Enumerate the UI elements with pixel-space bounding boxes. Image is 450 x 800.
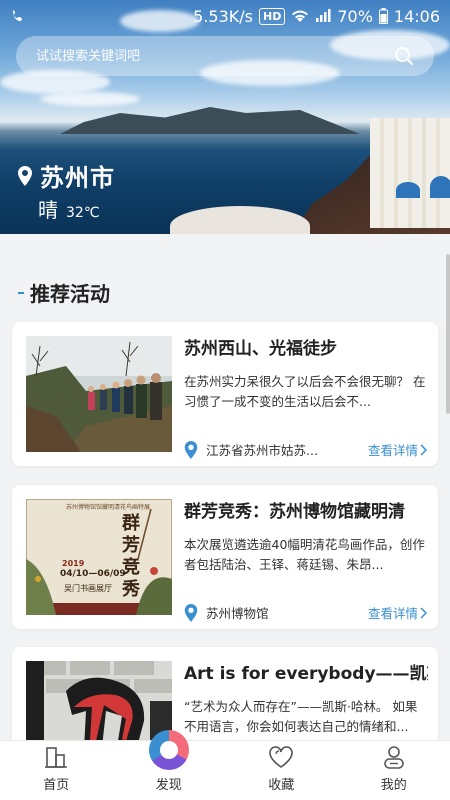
section-title: 推荐活动	[30, 282, 110, 306]
network-speed: 5.53K/s	[193, 6, 253, 26]
poster-calligraphy: 群芳竞秀	[122, 513, 140, 600]
tab-home[interactable]: 首页	[0, 741, 113, 800]
heart-icon	[268, 744, 294, 770]
view-details-link[interactable]: 查看详情	[368, 440, 428, 459]
activity-info: 群芳竞秀：苏州博物馆藏明清 本次展览遴选逾40幅明清花鸟画作品，创作者包括陆治、…	[184, 499, 428, 622]
activity-card[interactable]: 苏州西山、光福徒步 在苏州实力呆很久了以后会不会很无聊？ 在习惯了一成不变的生活…	[12, 322, 438, 466]
blue-dome	[396, 182, 420, 198]
activity-thumbnail: 苏州博物馆馆藏明清花鸟画特展 群芳竞秀 2019 04/10—06/09 吴门书…	[26, 499, 172, 615]
poster-top-text: 苏州博物馆馆藏明清花鸟画特展	[66, 504, 151, 511]
battery-icon	[378, 8, 388, 24]
status-bar: 5.53K/s HD 70% 14:06	[0, 0, 450, 32]
activity-title[interactable]: 苏州西山、光福徒步	[184, 336, 428, 362]
bottom-tab-bar: 首页 发现 收藏 我的	[0, 730, 450, 800]
poster-year: 2019	[62, 559, 85, 568]
section-header: 推荐活动	[18, 278, 110, 307]
exhibition-poster	[26, 499, 172, 615]
section-accent	[18, 291, 24, 294]
location-pin-icon	[184, 603, 198, 622]
activity-location: 江苏省苏州市姑苏...	[206, 443, 318, 458]
poster-venue: 吴门书画展厅	[64, 584, 112, 593]
village-houses	[370, 118, 450, 228]
location-pin-icon	[184, 440, 198, 459]
location-pin-icon	[18, 165, 32, 186]
battery-percent: 70%	[337, 6, 373, 26]
activity-meta: 苏州博物馆 查看详情	[184, 603, 428, 622]
tab-label: 发现	[155, 778, 182, 793]
search-icon[interactable]	[394, 46, 414, 66]
activity-title[interactable]: Art is for everybody——凯斯·	[184, 661, 428, 687]
activity-location: 苏州博物馆	[206, 606, 269, 621]
chevron-right-icon	[420, 606, 428, 619]
activity-card[interactable]: 苏州博物馆馆藏明清花鸟画特展 群芳竞秀 2019 04/10—06/09 吴门书…	[12, 485, 438, 629]
tab-favorites[interactable]: 收藏	[225, 741, 338, 800]
activity-feed[interactable]: 推荐活动 苏州西山、光福徒步 在苏州实力呆很久了以后会不会很无聊？ 在习惯了一成…	[0, 234, 450, 740]
island-silhouette	[60, 107, 360, 134]
view-details-label: 查看详情	[367, 606, 418, 621]
activity-description: 本次展览遴选逾40幅明清花鸟画作品，创作者包括陆治、王铎、蒋廷锡、朱昂...	[184, 537, 425, 572]
chevron-right-icon	[420, 443, 428, 456]
activity-thumbnail	[26, 336, 172, 452]
city-name: 苏州市	[40, 164, 115, 192]
clock: 14:06	[393, 6, 440, 26]
view-details-label: 查看详情	[367, 443, 418, 458]
search-input[interactable]	[36, 48, 394, 64]
user-icon	[382, 744, 406, 770]
phone-signal-icon	[13, 10, 22, 21]
hiking-photo	[26, 336, 172, 452]
white-wall	[170, 206, 310, 234]
view-details-link[interactable]: 查看详情	[368, 603, 428, 622]
activity-card[interactable]: Art is for everybody——凯斯· “艺术为众人而存在”——凯斯…	[12, 647, 438, 740]
hd-badge: HD	[258, 7, 286, 25]
tab-label: 首页	[43, 778, 70, 793]
search-bar[interactable]	[16, 36, 434, 76]
activity-info: Art is for everybody——凯斯· “艺术为众人而存在”——凯斯…	[184, 661, 428, 737]
activity-thumbnail	[26, 661, 172, 740]
activity-meta: 江苏省苏州市姑苏... 查看详情	[184, 440, 428, 459]
activity-description: “艺术为众人而存在”——凯斯·哈林。 如果不用语言，你会如何表达自己的情绪和..…	[184, 699, 418, 734]
tab-label: 收藏	[268, 778, 295, 793]
tab-discover[interactable]: 发现	[113, 730, 226, 800]
cell-signal-icon	[316, 9, 331, 22]
activity-description: 在苏州实力呆很久了以后会不会很无聊？ 在习惯了一成不变的生活以后会不...	[184, 374, 426, 409]
home-icon	[45, 744, 68, 770]
cloud	[40, 92, 140, 106]
activity-info: 苏州西山、光福徒步 在苏州实力呆很久了以后会不会很无聊？ 在习惯了一成不变的生活…	[184, 336, 428, 459]
discover-icon	[148, 730, 189, 770]
temperature: 32℃	[66, 205, 100, 221]
tab-label: 我的	[380, 778, 407, 793]
activity-title[interactable]: 群芳竞秀：苏州博物馆藏明清	[184, 499, 428, 525]
blue-dome	[430, 176, 450, 198]
weather-info: 晴 32℃	[38, 194, 100, 223]
wifi-icon	[292, 10, 309, 22]
scrollbar[interactable]	[446, 254, 450, 414]
art-photo	[26, 661, 172, 740]
hero-banner: 5.53K/s HD 70% 14:06 苏州市 晴 32℃	[0, 0, 450, 234]
app-screen: 5.53K/s HD 70% 14:06 苏州市 晴 32℃ 推荐活动	[0, 0, 450, 800]
city-selector[interactable]: 苏州市	[18, 158, 115, 193]
poster-dates: 04/10—06/09	[60, 569, 126, 579]
weather-condition: 晴	[38, 198, 58, 222]
tab-profile[interactable]: 我的	[338, 741, 450, 800]
